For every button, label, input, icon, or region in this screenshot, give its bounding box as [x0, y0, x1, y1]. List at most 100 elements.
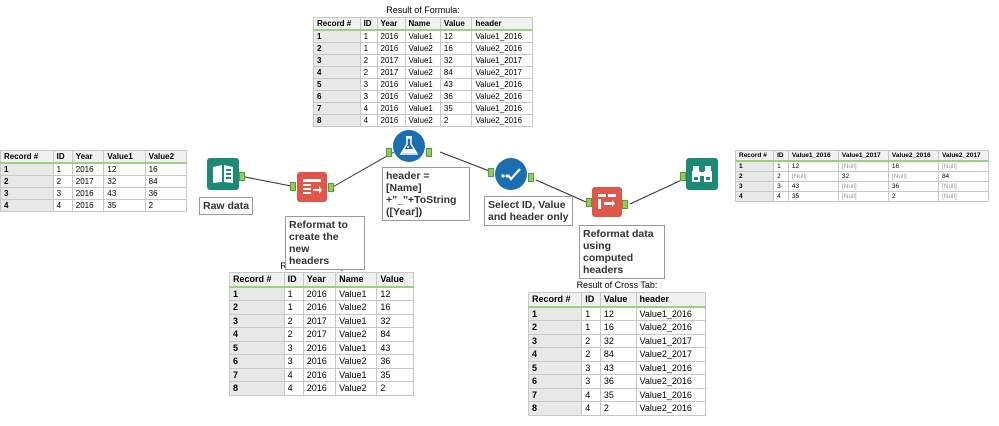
column-header[interactable]: Value1_2017 — [837, 150, 889, 162]
table-row[interactable]: 2 1 2016 Value2 16 — [229, 300, 414, 315]
column-header[interactable]: Value — [439, 17, 473, 31]
table-row[interactable]: 6 3 2016 Value2 36 — [229, 354, 414, 369]
transpose-tool[interactable] — [297, 172, 327, 202]
column-header[interactable]: Year — [376, 17, 406, 31]
table-cell: 3 — [359, 78, 378, 91]
table-row[interactable]: 6 3 36 Value2_2016 — [527, 374, 707, 389]
table-cell: 3 — [581, 360, 601, 375]
table-row[interactable]: 4 4 35 [Null] 2 [Null] — [734, 191, 990, 202]
table-row[interactable]: 8 4 2 Value2_2016 — [527, 401, 707, 416]
table-row[interactable]: 2 1 2016 Value2 16 Value2_2016 — [313, 42, 533, 55]
table-row[interactable]: 1 1 2016 Value1 12 Value1_2016 — [313, 29, 533, 43]
table-row[interactable]: 2 2 2017 32 84 — [0, 175, 188, 188]
table-row[interactable]: 8 4 2016 Value2 2 Value2_2016 — [313, 114, 533, 127]
table-row[interactable]: 6 3 2016 Value2 36 Value2_2016 — [313, 90, 533, 103]
table-row[interactable]: 1 1 2016 12 16 — [0, 162, 188, 176]
table-row[interactable]: 4 2 84 Value2_2017 — [527, 347, 707, 362]
column-header[interactable]: header — [635, 292, 707, 308]
column-header[interactable]: Record # — [229, 272, 285, 288]
table-row[interactable]: 5 3 2016 Value1 43 Value1_2016 — [313, 78, 533, 91]
column-header[interactable]: Year — [71, 150, 105, 164]
table-cell: 3 — [773, 181, 789, 192]
column-header[interactable]: Value — [599, 292, 637, 308]
formula-output-anchor[interactable] — [426, 148, 432, 157]
table-row[interactable]: 1 1 12 Value1_2016 — [527, 306, 707, 321]
column-header[interactable]: Record # — [527, 292, 583, 308]
column-header[interactable]: ID — [359, 17, 378, 31]
record-number-cell: 7 — [229, 367, 285, 382]
record-number-cell: 4 — [734, 191, 775, 202]
column-header[interactable]: Value2 — [144, 150, 188, 164]
column-header[interactable]: Value1 — [103, 150, 146, 164]
table-cell: 12 — [376, 286, 414, 301]
table-cell: 2016 — [302, 354, 337, 369]
table-cell: 32 — [376, 313, 414, 328]
table-row[interactable]: 1 1 2016 Value1 12 — [229, 286, 414, 301]
column-header[interactable]: Year — [302, 272, 337, 288]
table-row[interactable]: 4 2 2017 Value2 84 Value2_2017 — [313, 66, 533, 79]
select-output-anchor[interactable] — [528, 173, 534, 182]
record-number-cell: 2 — [527, 320, 583, 335]
table-cell: 36 — [439, 90, 473, 103]
binoculars-icon — [692, 166, 712, 182]
table-row[interactable]: 5 3 43 Value1_2016 — [527, 360, 707, 375]
table-row[interactable]: 7 4 35 Value1_2016 — [527, 387, 707, 402]
transpose-input-anchor[interactable] — [290, 182, 296, 191]
column-header[interactable]: Name — [404, 17, 441, 31]
table-cell: Value1 — [404, 78, 441, 91]
table-row[interactable]: 3 2 2017 Value1 32 Value1_2017 — [313, 54, 533, 67]
table-row[interactable]: 3 2 2017 Value1 32 — [229, 313, 414, 328]
table-cell: Value2 — [404, 114, 441, 127]
column-header[interactable]: ID — [773, 150, 789, 162]
table-cell: 2016 — [71, 162, 105, 176]
crosstab-output-anchor[interactable] — [622, 200, 628, 209]
column-header[interactable]: ID — [581, 292, 601, 308]
formula-input-anchor[interactable] — [386, 148, 392, 157]
column-header[interactable]: ID — [283, 272, 304, 288]
table-cell: [Null] — [837, 181, 889, 192]
column-header[interactable]: Value — [376, 272, 414, 288]
table-row[interactable]: 4 2 2017 Value2 84 — [229, 327, 414, 342]
column-header[interactable]: Value1_2016 — [787, 150, 839, 162]
input-output-anchor[interactable] — [239, 172, 245, 181]
table-row[interactable]: 7 4 2016 Value1 35 — [229, 367, 414, 382]
record-number-cell: 7 — [527, 387, 583, 402]
select-input-anchor[interactable] — [488, 168, 494, 177]
column-header[interactable]: header — [471, 17, 533, 31]
table-cell: 2 — [144, 199, 188, 212]
table-row[interactable]: 5 3 2016 Value1 43 — [229, 340, 414, 355]
table-row[interactable]: 3 2 32 Value1_2017 — [527, 333, 707, 348]
column-header[interactable]: Record # — [734, 150, 775, 162]
input-data-tool[interactable] — [207, 158, 239, 190]
table-cell: [Null] — [787, 171, 839, 182]
formula-tool[interactable] — [393, 130, 425, 162]
transpose-output-anchor[interactable] — [328, 183, 334, 192]
select-tool[interactable] — [495, 158, 527, 190]
table-cell: 3 — [52, 187, 73, 200]
table-row[interactable]: 3 3 43 [Null] 36 [Null] — [734, 181, 990, 192]
column-header[interactable]: Value2_2016 — [887, 150, 939, 162]
table-row[interactable]: 3 3 2016 43 36 — [0, 187, 188, 200]
record-number-cell: 3 — [527, 333, 583, 348]
table-row[interactable]: 7 4 2016 Value1 35 Value1_2016 — [313, 102, 533, 115]
table-cell: Value2_2016 — [471, 42, 533, 55]
table-row[interactable]: 2 2 [Null] 32 [Null] 84 — [734, 171, 990, 182]
table-row[interactable]: 8 4 2016 Value2 2 — [229, 381, 414, 396]
browse-tool[interactable] — [686, 158, 718, 190]
table-cell: 1 — [283, 286, 304, 301]
table-cell: 2016 — [376, 102, 406, 115]
column-header[interactable]: Record # — [313, 17, 361, 31]
column-header[interactable]: Record # — [0, 150, 54, 164]
table-cell: 1 — [52, 162, 73, 176]
table-row[interactable]: 2 1 16 Value2_2016 — [527, 320, 707, 335]
column-header[interactable]: Value2_2017 — [937, 150, 990, 162]
crosstab-tool[interactable] — [592, 187, 622, 217]
record-number-cell: 2 — [229, 300, 285, 315]
record-number-cell: 5 — [313, 78, 361, 91]
table-row[interactable]: 1 1 12 [Null] 16 [Null] — [734, 160, 990, 172]
column-header[interactable]: Name — [335, 272, 378, 288]
table-cell: 84 — [144, 175, 188, 188]
table-row[interactable]: 4 4 2016 35 2 — [0, 199, 188, 212]
table-cell: 2 — [359, 54, 378, 67]
column-header[interactable]: ID — [52, 150, 73, 164]
